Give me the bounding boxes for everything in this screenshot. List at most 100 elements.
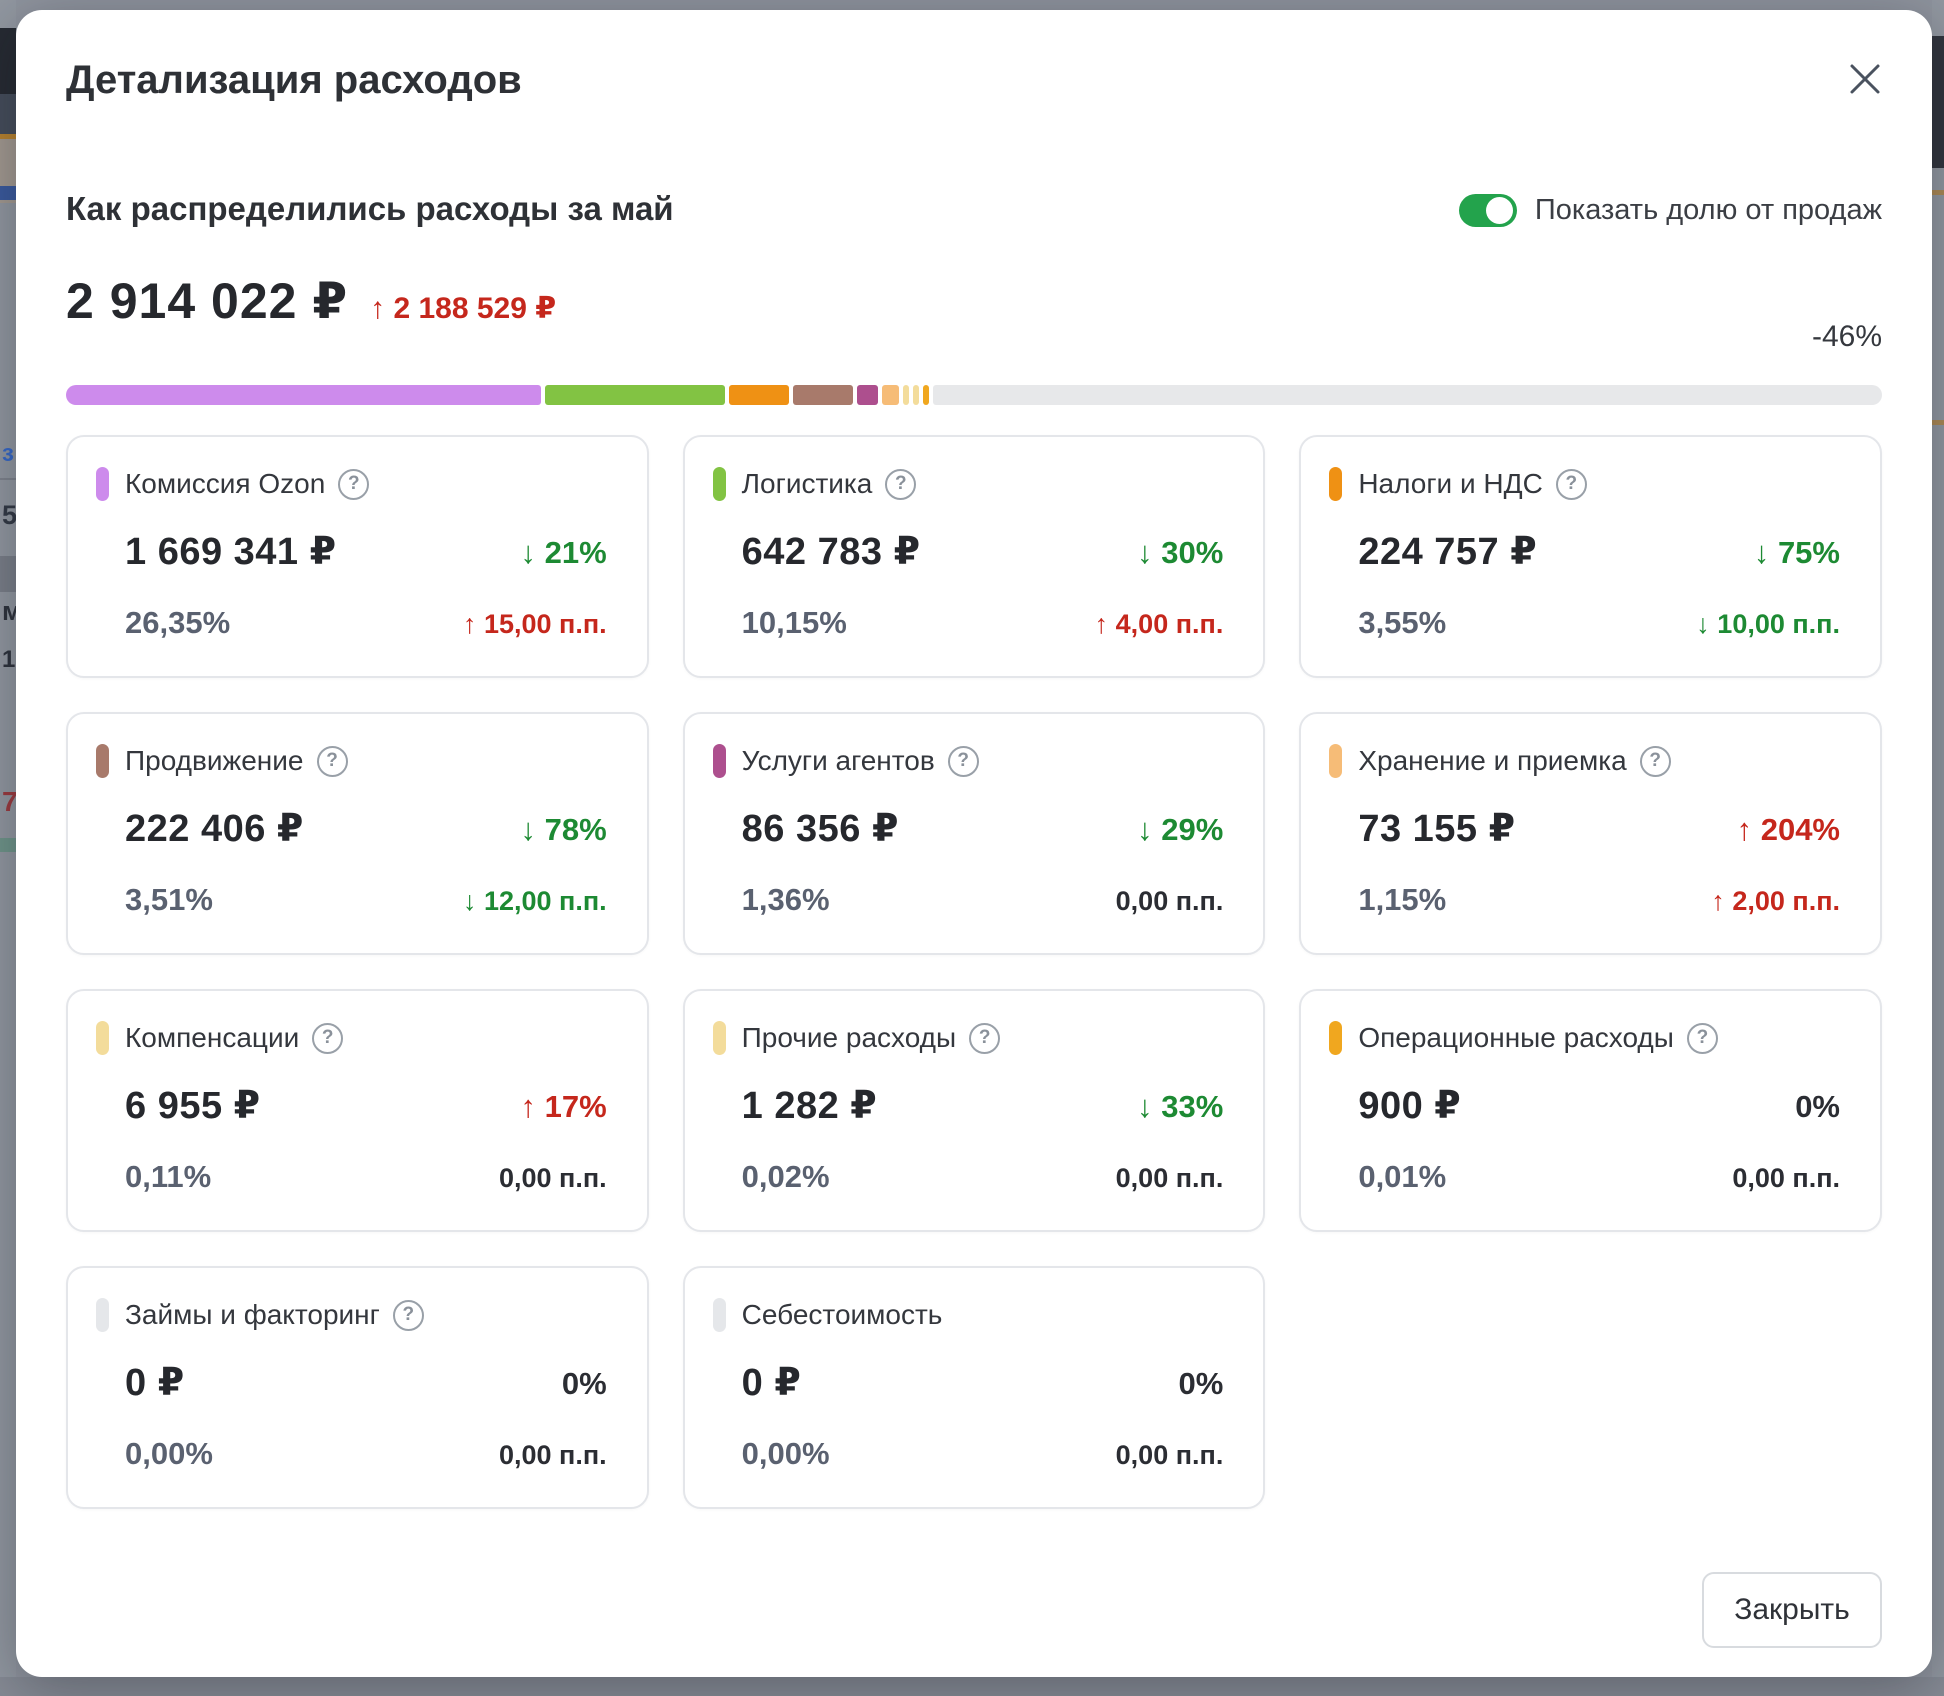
share-delta-pp: ↓ 12,00 п.п.	[463, 886, 607, 917]
category-color-dot	[1329, 744, 1342, 778]
share-toggle-row: Показать долю от продаж	[1459, 194, 1882, 227]
expense-delta: ↓ 75%	[1754, 535, 1840, 571]
category-label: Прочие расходы	[742, 1022, 956, 1054]
category-color-dot	[96, 744, 109, 778]
share-delta-pp: ↑ 2,00 п.п.	[1711, 886, 1840, 917]
expense-delta: ↑ 17%	[520, 1089, 606, 1125]
bar-segment	[913, 385, 919, 405]
expense-cards-grid: Комиссия Ozon ? 1 669 341 ₽ ↓ 21% 26,35%…	[66, 435, 1882, 1509]
help-icon[interactable]: ?	[885, 469, 916, 500]
expense-delta: ↓ 78%	[520, 812, 606, 848]
share-of-sales: 1,36%	[742, 882, 830, 918]
toggle-label: Показать долю от продаж	[1535, 194, 1882, 227]
expense-card: Комиссия Ozon ? 1 669 341 ₽ ↓ 21% 26,35%…	[66, 435, 649, 678]
help-icon[interactable]: ?	[338, 469, 369, 500]
expense-card: Операционные расходы ? 900 ₽ 0% 0,01% 0,…	[1299, 989, 1882, 1232]
share-delta-pp: ↑ 15,00 п.п.	[463, 609, 607, 640]
share-delta-pp: 0,00 п.п.	[499, 1440, 607, 1471]
card-label-row: Займы и факторинг ?	[125, 1298, 424, 1332]
expense-card: Продвижение ? 222 406 ₽ ↓ 78% 3,51% ↓ 12…	[66, 712, 649, 955]
card-label-row: Услуги агентов ?	[742, 744, 979, 778]
bar-segment	[903, 385, 909, 405]
card-label-row: Операционные расходы ?	[1358, 1021, 1718, 1055]
category-color-dot	[713, 467, 726, 501]
category-color-dot	[96, 1021, 109, 1055]
help-icon[interactable]: ?	[1687, 1023, 1718, 1054]
expense-card: Услуги агентов ? 86 356 ₽ ↓ 29% 1,36% 0,…	[683, 712, 1266, 955]
toggle-knob	[1486, 197, 1513, 224]
backdrop-artifact	[1932, 190, 1944, 195]
card-label-row: Продвижение ?	[125, 744, 348, 778]
expense-value: 73 155 ₽	[1358, 806, 1515, 851]
category-label: Продвижение	[125, 745, 304, 777]
bar-segment	[793, 385, 853, 405]
share-delta-pp: 0,00 п.п.	[1116, 886, 1224, 917]
card-label-row: Налоги и НДС ?	[1358, 467, 1586, 501]
category-label: Логистика	[742, 468, 873, 500]
backdrop-text-fragment: з	[2, 442, 14, 466]
card-label-row: Комиссия Ozon ?	[125, 467, 369, 501]
category-label: Компенсации	[125, 1022, 299, 1054]
expense-value: 6 955 ₽	[125, 1083, 261, 1128]
category-label: Хранение и приемка	[1358, 745, 1626, 777]
share-delta-pp: ↑ 4,00 п.п.	[1095, 609, 1224, 640]
bar-segment	[729, 385, 789, 405]
expense-delta: 0%	[1795, 1089, 1840, 1125]
help-icon[interactable]: ?	[393, 1300, 424, 1331]
bar-segment	[857, 385, 878, 405]
backdrop-text-fragment: 5	[2, 502, 17, 529]
expense-value: 0 ₽	[125, 1360, 185, 1405]
help-icon[interactable]: ?	[948, 746, 979, 777]
expense-details-modal: Детализация расходов Как распределились …	[16, 10, 1932, 1677]
help-icon[interactable]: ?	[969, 1023, 1000, 1054]
total-expenses-value: 2 914 022 ₽	[66, 272, 348, 330]
total-expenses-delta: ↑ 2 188 529 ₽	[370, 291, 556, 326]
backdrop-artifact	[1932, 36, 1944, 168]
share-of-sales: 10,15%	[742, 605, 847, 641]
close-button[interactable]: Закрыть	[1702, 1572, 1882, 1648]
category-label: Операционные расходы	[1358, 1022, 1674, 1054]
category-color-dot	[713, 744, 726, 778]
expense-distribution-bar	[66, 385, 1882, 405]
expense-value: 1 282 ₽	[742, 1083, 878, 1128]
modal-title: Детализация расходов	[66, 58, 522, 103]
backdrop-artifact	[1932, 420, 1944, 425]
category-color-dot	[1329, 467, 1342, 501]
backdrop-artifact	[0, 186, 16, 200]
category-color-dot	[96, 1298, 109, 1332]
show-share-toggle[interactable]	[1459, 194, 1517, 227]
help-icon[interactable]: ?	[1556, 469, 1587, 500]
backdrop-artifact	[0, 28, 16, 94]
help-icon[interactable]: ?	[312, 1023, 343, 1054]
expense-card: Займы и факторинг ? 0 ₽ 0% 0,00% 0,00 п.…	[66, 1266, 649, 1509]
share-of-sales: 0,00%	[742, 1436, 830, 1472]
help-icon[interactable]: ?	[1640, 746, 1671, 777]
help-icon[interactable]: ?	[317, 746, 348, 777]
expense-delta: 0%	[562, 1366, 607, 1402]
close-icon[interactable]	[1840, 54, 1890, 104]
card-label-row: Компенсации ?	[125, 1021, 343, 1055]
expense-delta: ↓ 21%	[520, 535, 606, 571]
category-label: Налоги и НДС	[1358, 468, 1542, 500]
expense-delta: ↑ 204%	[1737, 812, 1840, 848]
card-label-row: Прочие расходы ?	[742, 1021, 1000, 1055]
backdrop-bottom-strip	[0, 1677, 1944, 1696]
share-of-sales: 0,11%	[125, 1159, 211, 1195]
section-subtitle: Как распределились расходы за май	[66, 190, 674, 228]
bar-segment	[545, 385, 725, 405]
category-label: Услуги агентов	[742, 745, 935, 777]
share-of-sales: 26,35%	[125, 605, 230, 641]
expense-delta: ↓ 30%	[1137, 535, 1223, 571]
expense-card: Хранение и приемка ? 73 155 ₽ ↑ 204% 1,1…	[1299, 712, 1882, 955]
bar-segment	[882, 385, 899, 405]
card-label-row: Хранение и приемка ?	[1358, 744, 1670, 778]
total-change-percent: -46%	[1812, 320, 1882, 354]
share-delta-pp: 0,00 п.п.	[1116, 1163, 1224, 1194]
backdrop-artifact	[0, 94, 16, 134]
category-color-dot	[96, 467, 109, 501]
share-of-sales: 3,55%	[1358, 605, 1446, 641]
share-of-sales: 0,00%	[125, 1436, 213, 1472]
card-label-row: Себестоимость	[742, 1298, 943, 1332]
backdrop-artifact	[0, 838, 16, 852]
bar-remainder	[933, 385, 1882, 405]
